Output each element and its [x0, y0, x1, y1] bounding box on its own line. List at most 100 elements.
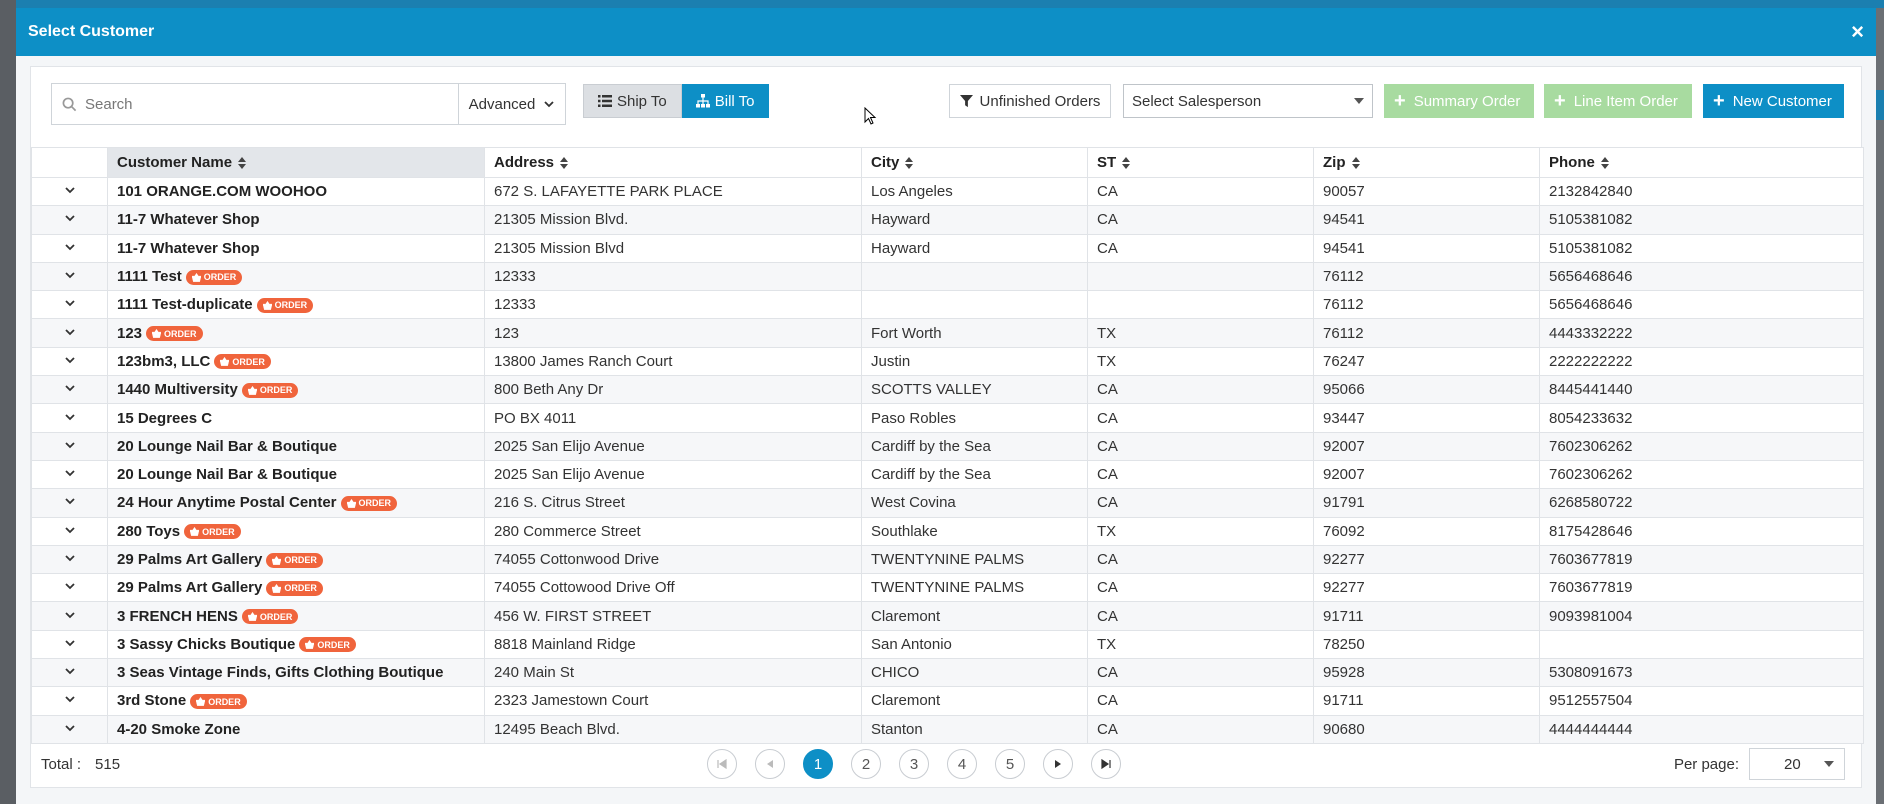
customer-name-cell: 24 Hour Anytime Postal Center ORDER [107, 488, 485, 518]
per-page-value: 20 [1784, 755, 1801, 773]
table-row[interactable]: 15 Degrees C PO BX 4011 Paso Robles CA 93447… [31, 403, 1864, 433]
expand-row-toggle[interactable] [31, 346, 108, 377]
page-button[interactable]: 1 [803, 749, 833, 779]
last-page-icon [1101, 759, 1111, 769]
expand-row-toggle[interactable] [31, 459, 108, 490]
expand-row-toggle[interactable] [31, 290, 108, 320]
table-row[interactable]: 1440 Multiversity ORDER 800 Beth Any Dr SCO… [31, 375, 1864, 405]
address-cell: 12333 [484, 290, 862, 320]
column-header-phone[interactable]: Phone [1539, 147, 1864, 178]
column-header-st[interactable]: ST [1087, 147, 1314, 178]
customer-name-cell: 29 Palms Art Gallery ORDER [107, 573, 485, 603]
page-button[interactable]: 4 [947, 749, 977, 779]
table-row[interactable]: 29 Palms Art Gallery ORDER 74055 Cottowood… [31, 573, 1864, 603]
city-cell: Paso Robles [861, 403, 1088, 433]
state-cell: CA [1087, 658, 1314, 688]
column-header-address[interactable]: Address [484, 147, 862, 178]
table-row[interactable]: 3 FRENCH HENS ORDER 456 W. FIRST STREET Cla… [31, 601, 1864, 631]
expand-row-toggle[interactable] [31, 403, 108, 433]
expand-row-toggle[interactable] [31, 516, 108, 546]
table-row[interactable]: 11-7 Whatever Shop 21305 Mission Blvd. Hay… [31, 205, 1864, 235]
expand-row-toggle[interactable] [31, 601, 108, 631]
search-group: Advanced [51, 83, 566, 125]
chevron-down-icon [64, 215, 75, 222]
chevron-down-icon [64, 385, 75, 392]
chevron-down-icon [64, 696, 75, 703]
expand-row-toggle[interactable] [31, 686, 108, 716]
bill-to-button[interactable]: Bill To [681, 84, 769, 118]
last-page-button[interactable] [1091, 749, 1121, 779]
customer-name-cell: 11-7 Whatever Shop [107, 205, 485, 235]
order-badge-label: ORDER [284, 583, 317, 594]
expand-row-toggle[interactable] [31, 375, 108, 405]
table-row[interactable]: 123bm3, LLC ORDER 13800 James Ranch Court J… [31, 346, 1864, 377]
expand-row-toggle[interactable] [31, 176, 108, 207]
salesperson-select[interactable]: Select Salesperson [1123, 84, 1373, 118]
customer-name: 1440 Multiversity [117, 381, 238, 399]
first-page-button[interactable] [707, 749, 737, 779]
table-row[interactable]: 1111 Test ORDER 12333 76112 5656468646 [31, 261, 1864, 292]
table-row[interactable]: 1111 Test-duplicate ORDER 12333 76112 565646… [31, 290, 1864, 320]
caret-down-icon [1824, 761, 1834, 767]
chevron-down-icon [64, 187, 75, 194]
expand-row-toggle[interactable] [31, 318, 108, 348]
table-row[interactable]: 20 Lounge Nail Bar & Boutique 2025 San El… [31, 431, 1864, 461]
column-header-city[interactable]: City [861, 147, 1088, 178]
order-badge: ORDER [256, 297, 314, 313]
table-header-row: Customer Name Address City ST Zip Phone [31, 147, 1864, 178]
expand-row-toggle[interactable] [31, 205, 108, 235]
next-page-button[interactable] [1043, 749, 1073, 779]
table-row[interactable]: 20 Lounge Nail Bar & Boutique 2025 San El… [31, 459, 1864, 490]
customer-name: 3 FRENCH HENS [117, 607, 238, 625]
table-row[interactable]: 24 Hour Anytime Postal Center ORDER 216 S.… [31, 488, 1864, 518]
unfinished-orders-button[interactable]: Unfinished Orders [949, 84, 1111, 118]
table-row[interactable]: 3 Seas Vintage Finds, Gifts Clothing Bou… [31, 658, 1864, 688]
state-cell: TX [1087, 346, 1314, 377]
basket-icon [196, 697, 206, 706]
expand-row-toggle[interactable] [31, 658, 108, 688]
table-row[interactable]: 3rd Stone ORDER 2323 Jamestown Court Clarem… [31, 686, 1864, 716]
close-icon[interactable]: × [1851, 21, 1864, 43]
customer-name: 20 Lounge Nail Bar & Boutique [117, 466, 338, 484]
table-row[interactable]: 11-7 Whatever Shop 21305 Mission Blvd Hayw… [31, 233, 1864, 263]
expand-row-toggle[interactable] [31, 629, 108, 660]
modal-header: Select Customer × [16, 8, 1876, 56]
chevron-down-icon [64, 470, 75, 477]
page-button[interactable]: 2 [851, 749, 881, 779]
new-customer-button[interactable]: + New Customer [1703, 84, 1844, 118]
chevron-down-icon [64, 498, 75, 505]
zip-cell: 94541 [1313, 205, 1540, 235]
table-row[interactable]: 3 Sassy Chicks Boutique ORDER 8818 Mainlan… [31, 629, 1864, 660]
expand-row-toggle[interactable] [31, 544, 108, 575]
table-row[interactable]: 123 ORDER 123 Fort Worth TX 76112 4443332222 [31, 318, 1864, 348]
expand-row-toggle[interactable] [31, 573, 108, 603]
table-row[interactable]: 280 Toys ORDER 280 Commerce Street Southlak… [31, 516, 1864, 546]
chevron-down-icon [64, 357, 75, 364]
table-row[interactable]: 101 ORANGE.COM WOOHOO 672 S. LAFAYETTE PA… [31, 176, 1864, 207]
zip-cell: 76112 [1313, 318, 1540, 348]
expand-row-toggle[interactable] [31, 431, 108, 461]
column-header-zip[interactable]: Zip [1313, 147, 1540, 178]
prev-page-button[interactable] [755, 749, 785, 779]
search-input[interactable] [85, 84, 458, 124]
city-cell: CHICO [861, 658, 1088, 688]
summary-order-button[interactable]: + Summary Order [1384, 84, 1534, 118]
per-page-select[interactable]: 20 [1749, 748, 1845, 780]
basket-icon [247, 385, 257, 395]
column-header-customer-name[interactable]: Customer Name [107, 147, 485, 178]
expand-row-toggle[interactable] [31, 488, 108, 518]
background-app-sidebar [0, 0, 16, 804]
line-item-order-button[interactable]: + Line Item Order [1544, 84, 1692, 118]
expand-row-toggle[interactable] [31, 261, 108, 292]
table-row[interactable]: 29 Palms Art Gallery ORDER 74055 Cottonwoo… [31, 544, 1864, 575]
ship-to-button[interactable]: Ship To [583, 84, 682, 118]
address-cell: 123 [484, 318, 862, 348]
state-cell: TX [1087, 629, 1314, 660]
page-button[interactable]: 5 [995, 749, 1025, 779]
page-button[interactable]: 3 [899, 749, 929, 779]
expand-row-toggle[interactable] [31, 233, 108, 263]
order-badge-label: ORDER [358, 498, 392, 509]
order-badge: ORDER [146, 326, 203, 342]
state-cell [1087, 261, 1314, 292]
advanced-search-button[interactable]: Advanced [459, 84, 565, 124]
